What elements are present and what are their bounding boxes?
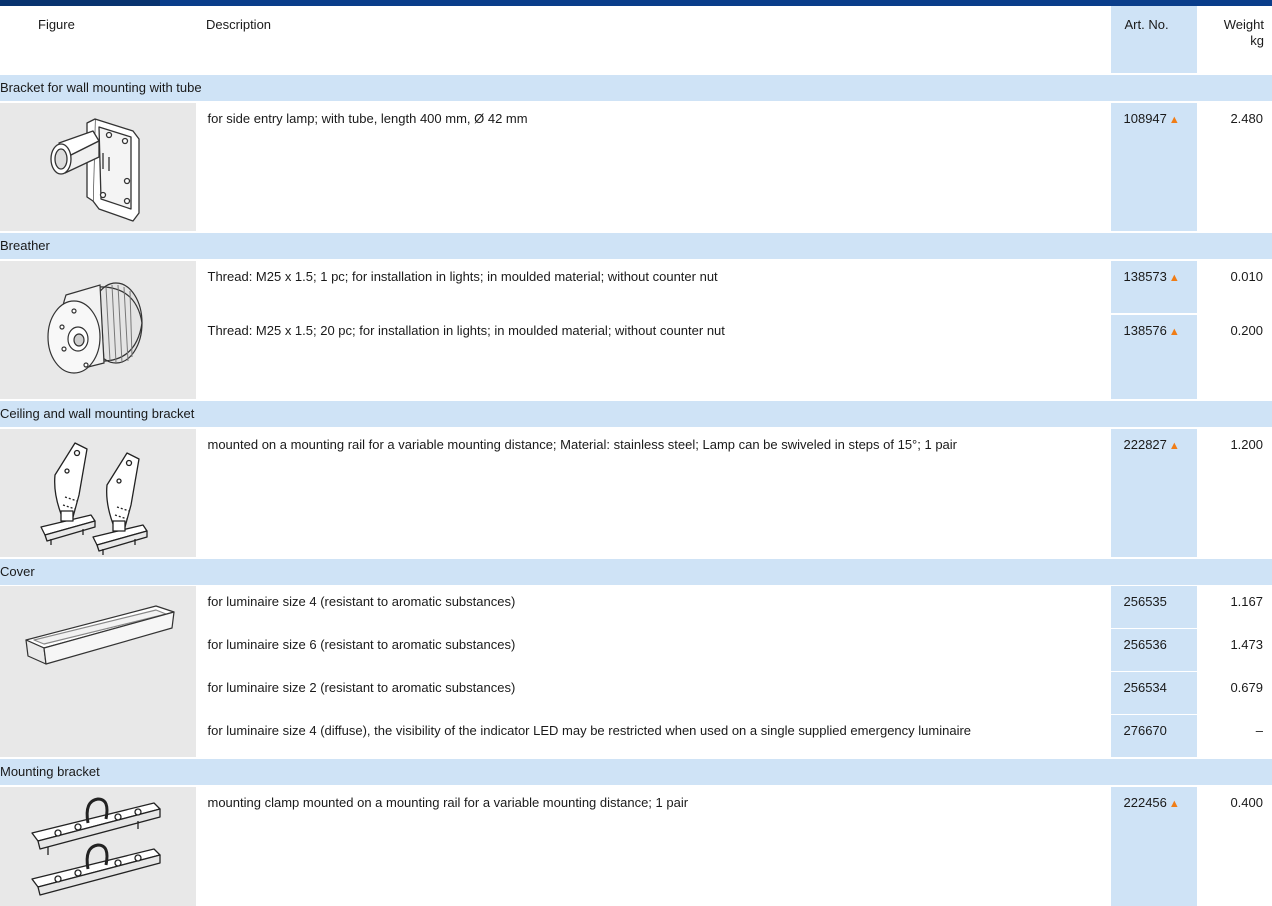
figure-cell	[0, 427, 199, 558]
group-title: Cover	[0, 557, 1272, 586]
group-header: Cover	[0, 557, 1272, 586]
art-no-value: 222456	[1123, 795, 1167, 810]
art-no-value: 276670	[1123, 723, 1167, 738]
row-weight: 1.200	[1197, 427, 1272, 558]
row-weight: 0.679	[1197, 671, 1272, 715]
group-title: Breather	[0, 231, 1272, 260]
group-title: Bracket for wall mounting with tube	[0, 73, 1272, 102]
row-description: mounting clamp mounted on a mounting rai…	[197, 785, 1109, 906]
group-header: Ceiling and wall mounting bracket	[0, 399, 1272, 428]
row-art-no: 256535	[1107, 585, 1197, 629]
row-art-no: 138576 ▲	[1107, 313, 1197, 400]
table-row: mounted on a mounting rail for a variabl…	[0, 427, 1272, 558]
row-weight: 0.400	[1197, 785, 1272, 906]
ceiling-wall-bracket-icon	[40, 442, 148, 555]
accessories-table: Figure Description Art. No. Weight kg Bra…	[0, 6, 1272, 906]
row-weight: 2.480	[1197, 101, 1272, 232]
row-description: Thread: M25 x 1.5; 20 pc; for installati…	[197, 313, 1109, 400]
availability-triangle-icon: ▲	[1168, 272, 1180, 284]
row-weight: –	[1197, 714, 1272, 758]
table-row: for side entry lamp; with tube, length 4…	[0, 101, 1272, 232]
row-description: Thread: M25 x 1.5; 1 pc; for installatio…	[197, 259, 1109, 314]
row-description: for luminaire size 2 (resistant to aroma…	[197, 671, 1109, 715]
table-header: Figure Description Art. No. Weight kg	[0, 6, 1272, 74]
availability-triangle-icon: ▲	[1168, 114, 1180, 126]
header-weight-unit: kg	[1250, 33, 1264, 48]
row-description: mounted on a mounting rail for a variabl…	[197, 427, 1109, 558]
row-weight: 1.473	[1197, 628, 1272, 672]
row-description: for luminaire size 4 (diffuse), the visi…	[197, 714, 1109, 758]
art-no-value: 256536	[1123, 637, 1167, 652]
mounting-clamp-icon	[31, 797, 161, 896]
figure-cell	[0, 101, 199, 232]
art-no-value: 256535	[1123, 594, 1167, 609]
availability-triangle-icon: ▲	[1168, 440, 1180, 452]
figure-cell	[0, 259, 199, 400]
figure-cell	[0, 585, 199, 758]
figure-cell	[0, 785, 199, 906]
row-description: for luminaire size 6 (resistant to aroma…	[197, 628, 1109, 672]
cover-tray-icon	[25, 605, 175, 665]
row-description: for side entry lamp; with tube, length 4…	[197, 101, 1109, 232]
availability-triangle-icon: ▲	[1168, 326, 1180, 338]
breather-icon	[47, 282, 143, 374]
header-weight: Weight kg	[1197, 6, 1272, 74]
art-no-value: 256534	[1123, 680, 1167, 695]
row-art-no: 138573 ▲	[1107, 259, 1197, 314]
art-no-value: 138576	[1123, 323, 1167, 338]
art-no-value: 222827	[1123, 437, 1167, 452]
table-row: mounting clamp mounted on a mounting rai…	[0, 785, 1272, 906]
table-row: Thread: M25 x 1.5; 1 pc; for installatio…	[0, 259, 1272, 400]
group-header: Mounting bracket	[0, 757, 1272, 786]
art-no-value: 138573	[1123, 269, 1167, 284]
row-art-no: 276670	[1107, 714, 1197, 758]
wall-bracket-tube-icon	[50, 118, 140, 222]
row-art-no: 256536	[1107, 628, 1197, 672]
group-title: Mounting bracket	[0, 757, 1272, 786]
group-header: Breather	[0, 231, 1272, 260]
group-header: Bracket for wall mounting with tube	[0, 73, 1272, 102]
row-art-no: 108947 ▲	[1107, 101, 1197, 232]
row-art-no: 256534	[1107, 671, 1197, 715]
row-art-no: 222456 ▲	[1107, 785, 1197, 906]
header-art-no: Art. No.	[1107, 6, 1197, 74]
row-weight: 1.167	[1197, 585, 1272, 629]
row-weight: 0.010	[1197, 259, 1272, 314]
art-no-value: 108947	[1123, 111, 1167, 126]
table-row: for luminaire size 4 (resistant to aroma…	[0, 585, 1272, 758]
row-weight: 0.200	[1197, 313, 1272, 400]
availability-triangle-icon: ▲	[1168, 798, 1180, 810]
row-art-no: 222827 ▲	[1107, 427, 1197, 558]
header-description: Description	[197, 6, 1109, 74]
header-figure: Figure	[0, 6, 197, 74]
group-title: Ceiling and wall mounting bracket	[0, 399, 1272, 428]
header-weight-label: Weight	[1223, 17, 1264, 32]
row-description: for luminaire size 4 (resistant to aroma…	[197, 585, 1109, 629]
